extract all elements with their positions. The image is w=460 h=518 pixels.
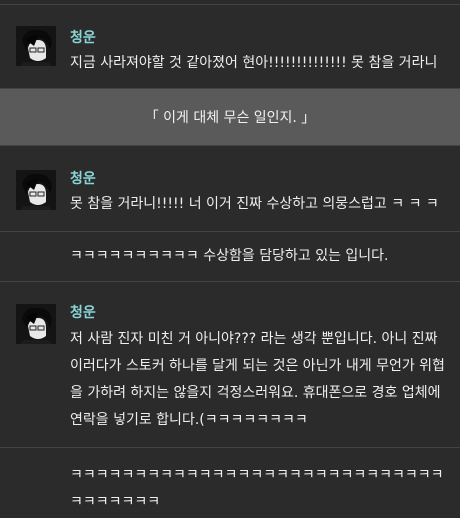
sender-name: 청운 — [70, 30, 96, 46]
sender-name: 청운 — [70, 305, 96, 321]
avatar[interactable] — [16, 26, 56, 66]
message-text: 지금 사라져야할 것 같아졌어 현아!!!!!!!!!!!!!! 못 참을 거라… — [70, 55, 438, 71]
profile-avatar-icon — [16, 170, 56, 210]
chat-message-continuation: ㅋㅋㅋㅋㅋㅋㅋㅋㅋㅋ 수상함을 담당하고 있는 입니다. — [0, 232, 460, 282]
chat-message-continuation: ㅋㅋㅋㅋㅋㅋㅋㅋㅋㅋㅋㅋㅋㅋㅋㅋㅋㅋㅋㅋㅋㅋㅋㅋㅋㅋㅋㅋㅋㅋㅋㅋㅋㅋㅋㅋ — [0, 448, 460, 518]
avatar[interactable] — [16, 304, 56, 344]
message-text: 못 참을 거라니!!!!! 너 이거 진짜 수상하고 의뭉스럽고 ㅋ ㅋ ㅋ — [70, 196, 439, 212]
chat-feed: 청운 지금 사라져야할 것 같아졌어 현아!!!!!!!!!!!!!! 못 참을… — [0, 0, 460, 518]
chat-message: 청운 못 참을 거라니!!!!! 너 이거 진짜 수상하고 의뭉스럽고 ㅋ ㅋ … — [0, 146, 460, 232]
message-text: 저 사람 진자 미친 거 아니야??? 라는 생각 뿐입니다. 아니 진짜 이러… — [70, 331, 445, 428]
message-text: ㅋㅋㅋㅋㅋㅋㅋㅋㅋㅋㅋㅋㅋㅋㅋㅋㅋㅋㅋㅋㅋㅋㅋㅋㅋㅋㅋㅋㅋㅋㅋㅋㅋㅋㅋㅋ — [70, 467, 444, 510]
message-text: ㅋㅋㅋㅋㅋㅋㅋㅋㅋㅋ 수상함을 담당하고 있는 입니다. — [70, 248, 389, 264]
chat-message: 청운 저 사람 진자 미친 거 아니야??? 라는 생각 뿐입니다. 아니 진짜… — [0, 282, 460, 448]
system-message: 「 이게 대체 무슨 일인지. 」 — [0, 89, 460, 146]
chat-message: 청운 지금 사라져야할 것 같아졌어 현아!!!!!!!!!!!!!! 못 참을… — [0, 5, 460, 89]
profile-avatar-icon — [16, 304, 56, 344]
sender-name: 청운 — [70, 171, 96, 187]
profile-avatar-icon — [16, 26, 56, 66]
avatar[interactable] — [16, 170, 56, 210]
